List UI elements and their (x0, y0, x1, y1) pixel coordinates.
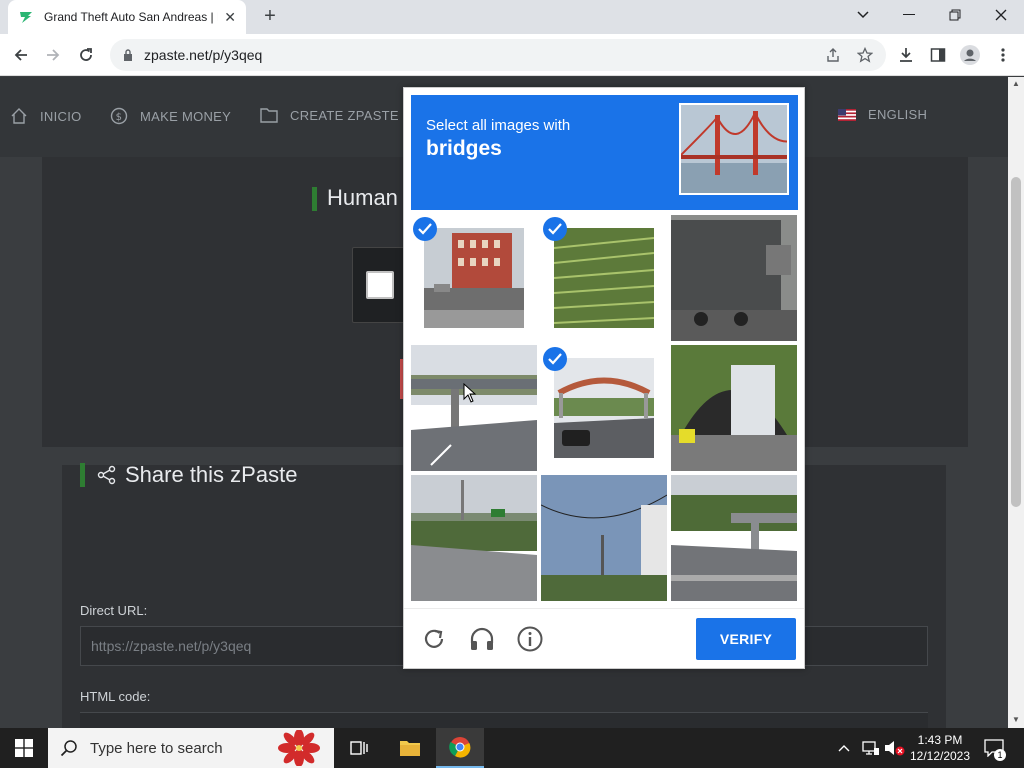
profile-button[interactable] (957, 42, 983, 68)
close-window-button[interactable] (978, 0, 1024, 30)
chrome-taskbar-button[interactable] (436, 728, 484, 768)
lock-icon (124, 49, 132, 61)
challenge-image-grid (411, 215, 798, 602)
new-tab-button[interactable]: + (258, 6, 282, 28)
html-code-field[interactable] (80, 712, 928, 728)
svg-text:$: $ (116, 112, 123, 123)
us-flag-icon (838, 108, 856, 121)
tile-overpass-trees[interactable] (671, 475, 797, 601)
nav-inicio[interactable]: INICIO (10, 107, 82, 125)
share-title: Share this zPaste (80, 462, 297, 488)
direct-url-label: Direct URL: (80, 603, 148, 618)
share-icon[interactable] (824, 46, 842, 64)
challenge-footer: VERIFY (404, 608, 804, 668)
browser-menu-button[interactable] (990, 42, 1016, 68)
dollar-circle-icon: $ (110, 107, 128, 125)
mouse-cursor-icon (463, 383, 477, 403)
start-button[interactable] (0, 728, 48, 768)
nav-inicio-label: INICIO (40, 108, 82, 124)
reload-button[interactable] (73, 42, 99, 68)
scrollbar-thumb[interactable] (1011, 177, 1021, 507)
home-icon (11, 108, 27, 124)
html-code-label: HTML code: (80, 689, 151, 704)
language-label: ENGLISH (868, 107, 928, 122)
task-view-button[interactable] (336, 728, 384, 768)
windows-taskbar: Type here to search 1:43 PM 12/12/2023 1 (0, 728, 1024, 768)
tab-search-chevron-icon[interactable] (840, 0, 886, 30)
tile-checkmark-icon (543, 347, 567, 371)
tile-truck-trailer[interactable] (671, 215, 797, 341)
nav-create-zpaste[interactable]: CREATE ZPASTE (260, 107, 399, 123)
challenge-target: bridges (426, 137, 502, 160)
browser-toolbar: zpaste.net/p/y3qeq (0, 34, 1024, 76)
tab-close-icon[interactable]: ✕ (224, 9, 236, 26)
info-icon[interactable] (516, 625, 544, 653)
nav-create-zpaste-label: CREATE ZPASTE (290, 107, 399, 123)
recaptcha-checkbox[interactable] (366, 271, 394, 299)
back-arrow-icon (14, 49, 27, 61)
taskbar-search-placeholder: Type here to search (90, 739, 223, 757)
scroll-up-arrow-icon[interactable]: ▲ (1012, 79, 1020, 88)
tile-crop-field[interactable] (541, 215, 667, 341)
tile-road-overpass-distant[interactable] (411, 475, 537, 601)
tile-truck-tunnel[interactable] (671, 345, 797, 471)
address-bar[interactable]: zpaste.net/p/y3qeq (110, 39, 886, 71)
windows-logo-icon (15, 739, 33, 757)
taskbar-search-box[interactable]: Type here to search (48, 728, 334, 768)
side-panel-button[interactable] (925, 42, 951, 68)
browser-tab[interactable]: Grand Theft Auto San Andreas | M ✕ (8, 0, 246, 34)
tile-checkmark-icon (413, 217, 437, 241)
recaptcha-challenge-modal: Select all images with bridges VERIFY (403, 87, 805, 669)
share-nodes-icon (97, 465, 116, 485)
download-button[interactable] (893, 42, 919, 68)
reload-icon (80, 48, 92, 61)
kebab-menu-icon (1001, 48, 1005, 62)
audio-challenge-headphones-icon[interactable] (468, 625, 496, 653)
tile-buildings-street[interactable] (411, 215, 537, 341)
notification-center-button[interactable]: 1 (984, 728, 1006, 768)
nav-make-money[interactable]: $ MAKE MONEY (110, 107, 231, 125)
poinsettia-icon (278, 730, 320, 766)
side-panel-icon (930, 48, 946, 62)
tile-pedestrian-bridge[interactable] (541, 345, 667, 471)
tile-highway-overpass[interactable] (411, 345, 537, 471)
zpaste-favicon-icon (20, 12, 32, 23)
challenge-header: Select all images with bridges (411, 95, 798, 210)
forward-button[interactable] (40, 42, 66, 68)
challenge-instruction: Select all images with (426, 117, 571, 134)
language-selector[interactable]: ENGLISH (838, 107, 927, 122)
minimize-button[interactable] (886, 0, 932, 30)
tile-checkmark-icon (543, 217, 567, 241)
forward-arrow-icon (47, 49, 60, 61)
tile-sky-powerlines[interactable] (541, 475, 667, 601)
clock-date: 12/12/2023 (909, 749, 971, 763)
folder-icon (400, 741, 420, 756)
bookmark-star-icon[interactable] (856, 46, 874, 64)
show-hidden-icons-chevron-icon[interactable] (838, 728, 850, 768)
download-icon (900, 48, 912, 62)
clock-time: 1:43 PM (917, 733, 963, 747)
chrome-icon (449, 737, 471, 758)
tab-title: Grand Theft Auto San Andreas | M (44, 10, 219, 24)
human-verification-title: Human (312, 185, 398, 212)
search-icon (60, 740, 77, 757)
taskbar-clock[interactable]: 1:43 PM 12/12/2023 (900, 732, 980, 764)
restore-button[interactable] (932, 0, 978, 30)
folder-icon (260, 108, 278, 123)
page-scrollbar[interactable]: ▲ ▼ (1008, 77, 1024, 728)
verify-button[interactable]: VERIFY (696, 618, 796, 660)
url-text: zpaste.net/p/y3qeq (144, 47, 263, 63)
notification-count-badge: 1 (994, 749, 1006, 761)
scroll-down-arrow-icon[interactable]: ▼ (1012, 715, 1020, 724)
sample-image (679, 103, 789, 195)
profile-avatar-icon (960, 45, 980, 65)
back-button[interactable] (8, 42, 34, 68)
task-view-icon (350, 741, 368, 755)
nav-make-money-label: MAKE MONEY (140, 108, 232, 124)
reload-challenge-icon[interactable] (420, 625, 448, 653)
file-explorer-button[interactable] (386, 728, 434, 768)
browser-tabbar: Grand Theft Auto San Andreas | M ✕ + (0, 0, 1024, 34)
network-icon[interactable] (862, 728, 880, 768)
